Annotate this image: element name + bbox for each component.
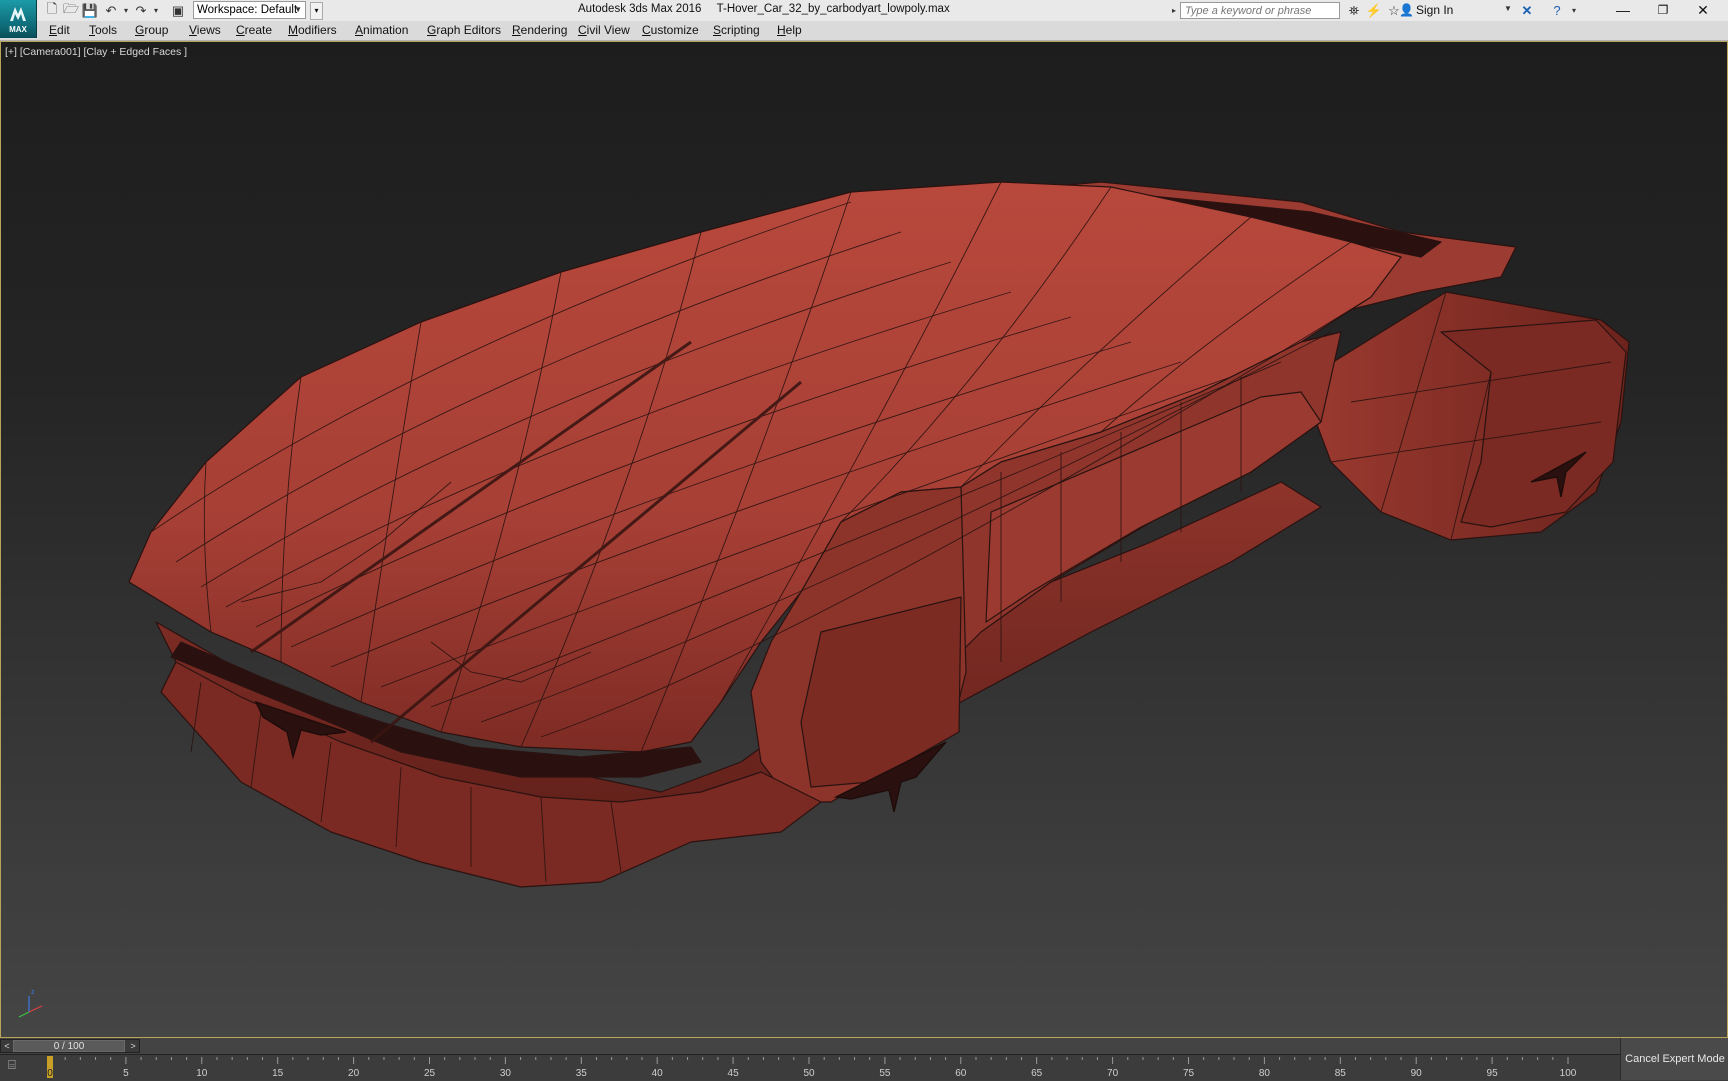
app-name: Autodesk 3ds Max 2016 (578, 3, 702, 15)
timeline-bar: < 0 / 100 > ⌸ 0 5 10 15 20 25 30 35 40 45 50 55 60 65… (0, 1038, 1728, 1081)
timeline-tick-label: 10 (196, 1068, 208, 1079)
timeline-tick-label: 70 (1107, 1068, 1119, 1079)
menu-customize[interactable]: Customize (642, 23, 699, 37)
timeline-tick-label: 40 (652, 1068, 664, 1079)
open-file-icon[interactable]: 🗁 (63, 1, 79, 18)
timeline-tick-label: 85 (1335, 1068, 1347, 1079)
communication-center-icon[interactable]: ⚡ (1366, 3, 1382, 18)
track-bar[interactable]: ⌸ 0 5 10 15 20 25 30 35 40 45 50 55 60 65 70 75 80 85 90 95… (0, 1054, 1728, 1081)
logo-label: MAX (9, 25, 27, 34)
workspace-dropdown[interactable]: Workspace: Default ▼ (193, 1, 306, 19)
menu-scripting[interactable]: Scripting (713, 23, 760, 37)
timeline-tick-label: 45 (728, 1068, 740, 1079)
search-input[interactable] (1180, 2, 1340, 19)
timeline-tick-label: 30 (500, 1068, 512, 1079)
redo-dropdown-icon[interactable]: ▾ (148, 3, 164, 18)
menu-graph-editors[interactable]: Graph Editors (427, 23, 501, 37)
time-slider[interactable]: < 0 / 100 > (0, 1039, 140, 1053)
timeline-tick-label: 35 (576, 1068, 588, 1079)
window-title: Autodesk 3ds Max 2016 T-Hover_Car_32_by_… (578, 3, 950, 15)
timeline-tick-label: 65 (1031, 1068, 1043, 1079)
timeline-tick-label: 5 (123, 1068, 129, 1079)
chevron-left-icon[interactable]: < (1, 1041, 13, 1051)
title-bar: MAX 🗋 🗁 💾 ↶ ▾ ↷ ▾ ▣ Workspace: Default ▼… (0, 0, 1728, 38)
cancel-expert-mode-button[interactable]: Cancel Expert Mode (1620, 1038, 1728, 1080)
save-file-icon[interactable]: 💾 (82, 3, 98, 18)
axis-tripod-icon: z (18, 989, 43, 1018)
timeline-tick-label: 20 (348, 1068, 360, 1079)
help-dropdown-icon[interactable]: ▾ (1566, 3, 1582, 18)
timeline-tick-label: 95 (1487, 1068, 1499, 1079)
timeline-tick-label: 60 (955, 1068, 967, 1079)
timeline-tick-label: 75 (1183, 1068, 1195, 1079)
new-file-icon[interactable]: 🗋 (44, 1, 60, 18)
menu-edit[interactable]: Edit (49, 23, 70, 37)
project-folder-icon[interactable]: ▣ (170, 3, 186, 18)
timeline-tick-label: 55 (879, 1068, 891, 1079)
chevron-down-icon[interactable]: ▼ (1504, 4, 1512, 13)
minimize-button[interactable]: — (1603, 0, 1643, 21)
sign-in-button[interactable]: Sign In (1416, 3, 1453, 17)
chevron-right-icon[interactable]: > (127, 1041, 139, 1051)
workspace-label: Workspace: Default (197, 4, 298, 16)
exchange-apps-icon[interactable]: ✕ (1519, 3, 1535, 18)
menu-civil-view[interactable]: Civil View (578, 23, 630, 37)
menu-animation[interactable]: Animation (355, 23, 408, 37)
menu-tools[interactable]: Tools (89, 23, 117, 37)
timeline-tick-label: 90 (1411, 1068, 1423, 1079)
menu-modifiers[interactable]: Modifiers (288, 23, 337, 37)
max-logo-icon (10, 7, 26, 21)
menu-group[interactable]: Group (135, 23, 168, 37)
menu-views[interactable]: Views (189, 23, 221, 37)
timeline-tick-label: 80 (1259, 1068, 1271, 1079)
timeline-ticks: 0 5 10 15 20 25 30 35 40 45 50 55 60 65 70 75 80 85 90 95 10… (47, 1056, 1577, 1079)
menu-rendering[interactable]: Rendering (512, 23, 567, 37)
restore-button[interactable]: ❐ (1643, 0, 1683, 21)
timeline-tick-label: 50 (803, 1068, 815, 1079)
hover-car-model[interactable] (1, 42, 1728, 1038)
menu-help[interactable]: Help (777, 23, 802, 37)
frame-counter: 0 / 100 (53, 1041, 85, 1052)
redo-icon[interactable]: ↷ (133, 3, 149, 18)
timeline-tick-label: 15 (272, 1068, 284, 1079)
undo-icon[interactable]: ↶ (103, 3, 119, 18)
undo-dropdown-icon[interactable]: ▾ (118, 3, 134, 18)
timeline-tick-label: 0 (47, 1068, 53, 1079)
file-name: T-Hover_Car_32_by_carbodyart_lowpoly.max (716, 3, 950, 15)
chevron-down-icon: ▼ (294, 5, 302, 14)
help-icon[interactable]: ? (1549, 3, 1565, 18)
camera-viewport[interactable]: [+] [Camera001] [Clay + Edged Faces ] z (0, 41, 1728, 1038)
timeline-tick-label: 25 (424, 1068, 436, 1079)
search-box[interactable] (1180, 2, 1342, 19)
user-icon: 👤 (1399, 3, 1414, 17)
app-logo[interactable]: MAX (0, 0, 37, 38)
binoculars-icon[interactable]: ⛯ (1346, 3, 1362, 18)
close-button[interactable]: ✕ (1683, 0, 1723, 21)
svg-text:z: z (31, 989, 35, 996)
menu-bar: Edit Tools Group Views Create Modifiers … (0, 21, 1728, 41)
quick-access-dropdown-icon[interactable]: ▾ (310, 2, 323, 20)
menu-create[interactable]: Create (236, 23, 272, 37)
timeline-tick-label: 100 (1560, 1068, 1577, 1079)
